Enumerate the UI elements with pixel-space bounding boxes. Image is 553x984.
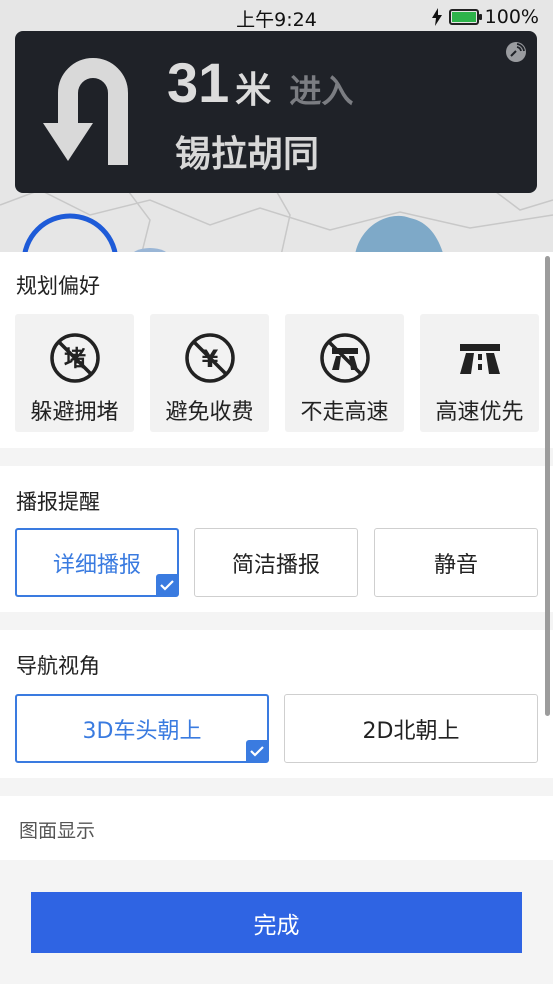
no-highway-icon <box>319 333 370 383</box>
avoid-congestion-icon: 堵 <box>49 333 100 383</box>
pref-highway-first[interactable]: 高速优先 <box>420 314 539 432</box>
battery-percent: 100% <box>484 6 539 28</box>
svg-text:¥: ¥ <box>201 345 218 373</box>
display-section[interactable]: 图面显示 <box>0 796 553 860</box>
charging-bolt-icon <box>431 8 442 26</box>
pref-label: 不走高速 <box>300 400 389 425</box>
broadcast-title: 播报提醒 <box>16 490 100 514</box>
route-preference-section: 规划偏好 堵 躲避拥堵 ¥ 避免收费 不走高速 高速优先 <box>0 252 553 448</box>
svg-text:堵: 堵 <box>63 346 85 372</box>
navigation-guidance-card[interactable]: 31 米 进入 锡拉胡同 <box>15 31 537 193</box>
battery-icon <box>448 9 482 25</box>
checkmark-icon <box>156 574 178 596</box>
nav-view-title: 导航视角 <box>16 654 100 678</box>
distance-unit: 米 <box>235 70 272 111</box>
option-label: 3D车头朝上 <box>82 718 202 744</box>
broadcast-option-detailed[interactable]: 详细播报 <box>15 528 179 597</box>
done-button[interactable]: 完成 <box>31 892 522 953</box>
option-label: 详细播报 <box>52 552 141 578</box>
pref-label: 躲避拥堵 <box>30 400 119 425</box>
distance-row: 31 米 进入 <box>167 55 353 113</box>
u-turn-icon <box>43 58 128 165</box>
display-title: 图面显示 <box>19 820 96 842</box>
option-label: 静音 <box>433 552 478 578</box>
avoid-toll-icon: ¥ <box>184 333 235 383</box>
road-name: 锡拉胡同 <box>175 134 320 175</box>
pref-no-highway[interactable]: 不走高速 <box>285 314 404 432</box>
pref-label: 避免收费 <box>165 400 254 425</box>
status-right: 100% <box>431 6 539 28</box>
option-label: 简洁播报 <box>231 552 320 578</box>
maneuver-action: 进入 <box>289 72 354 110</box>
route-preference-options: 堵 躲避拥堵 ¥ 避免收费 不走高速 高速优先 <box>15 314 539 432</box>
scrollbar[interactable] <box>545 256 550 716</box>
status-bar: 上午9:24 100% <box>0 0 553 32</box>
broadcast-option-concise[interactable]: 简洁播报 <box>194 528 358 597</box>
distance-value: 31 <box>167 51 230 114</box>
nav-view-option-2d[interactable]: 2D北朝上 <box>284 694 538 763</box>
satellite-signal-icon[interactable] <box>505 41 527 63</box>
nav-view-option-3d[interactable]: 3D车头朝上 <box>15 694 269 763</box>
highway-first-icon <box>459 344 500 374</box>
nav-view-section: 导航视角 3D车头朝上 2D北朝上 <box>0 630 553 778</box>
option-label: 2D北朝上 <box>362 718 460 744</box>
pref-avoid-congestion[interactable]: 堵 躲避拥堵 <box>15 314 134 432</box>
navigation-settings-sheet: 规划偏好 堵 躲避拥堵 ¥ 避免收费 不走高速 高速优先 播报提醒 详细播报 简… <box>0 252 553 984</box>
broadcast-section: 播报提醒 详细播报 简洁播报 静音 <box>0 466 553 612</box>
pref-label: 高速优先 <box>435 400 524 425</box>
route-preference-title: 规划偏好 <box>16 274 100 298</box>
battery-fill <box>451 12 476 22</box>
checkmark-icon <box>246 740 268 762</box>
broadcast-option-mute[interactable]: 静音 <box>374 528 538 597</box>
pref-avoid-toll[interactable]: ¥ 避免收费 <box>150 314 269 432</box>
